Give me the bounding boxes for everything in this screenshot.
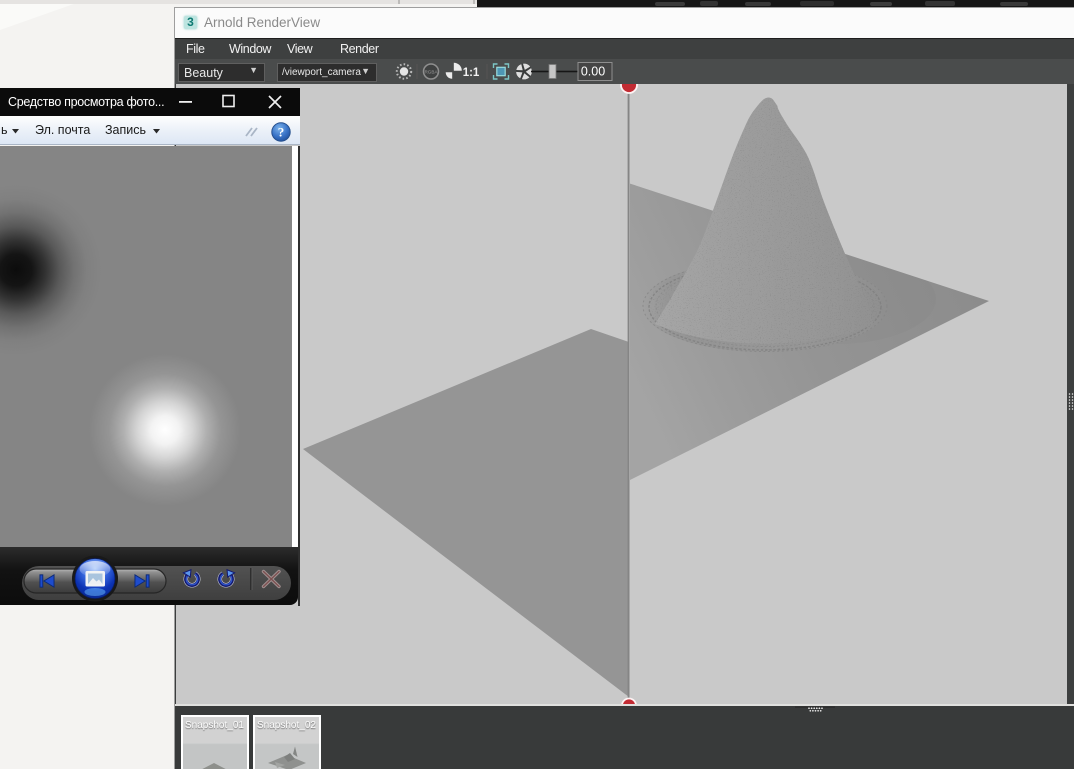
svg-text:RGBA: RGBA [424,70,438,75]
svg-text:0.00: 0.00 [581,65,605,79]
svg-text:?: ? [278,125,285,140]
svg-text:1:1: 1:1 [463,67,480,79]
